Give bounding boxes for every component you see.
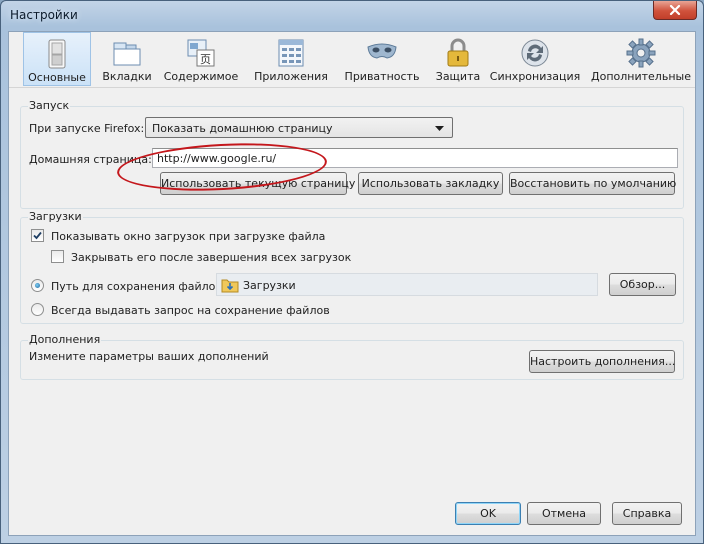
on-start-select[interactable]: Показать домашнюю страницу [145,117,453,138]
browse-button[interactable]: Обзор... [609,273,676,296]
svg-text:页: 页 [200,53,211,66]
save-path-label: Путь для сохранения файлов [51,280,222,293]
always-ask-radio[interactable] [31,303,44,316]
radio-selected-dot [35,283,40,288]
tab-applications-label: Приложения [254,70,328,83]
tab-privacy[interactable]: Приватность [342,32,422,86]
tab-content[interactable]: 页 Содержимое [161,32,241,86]
tab-content-label: Содержимое [163,70,239,83]
tab-advanced-label: Дополнительные [591,70,691,83]
toolbar-divider [9,87,695,88]
tab-tabs[interactable]: Вкладки [99,32,155,86]
use-current-page-button[interactable]: Использовать текущую страницу [160,172,355,195]
title-bar[interactable]: Настройки [1,1,703,31]
tabs-icon [113,42,141,66]
save-path-value: Загрузки [243,279,296,292]
homepage-field[interactable] [152,148,678,168]
cancel-button[interactable]: Отмена [527,502,601,525]
content-icon: 页 [187,39,215,67]
downloads-folder-icon [221,279,239,293]
close-icon [669,5,681,15]
tab-advanced[interactable]: Дополнительные [591,32,691,86]
show-downloads-checkbox[interactable] [31,229,44,242]
applications-icon [278,39,304,67]
sync-icon [521,39,549,67]
switch-icon [48,39,66,69]
addons-group-title: Дополнения [28,333,102,346]
close-button[interactable] [653,1,697,20]
startup-group-title: Запуск [28,99,71,112]
tab-privacy-label: Приватность [344,70,420,83]
window-title: Настройки [10,8,78,22]
tab-security[interactable]: Защита [430,32,486,86]
tab-sync-label: Синхронизация [489,70,581,83]
tab-sync[interactable]: Синхронизация [488,32,582,86]
addons-description: Измените параметры ваших дополнений [29,350,269,363]
close-when-done-label: Закрывать его после завершения всех загр… [71,251,352,264]
on-start-selected-value: Показать домашнюю страницу [152,122,333,135]
always-ask-label: Всегда выдавать запрос на сохранение фай… [51,304,330,317]
lock-icon [447,38,469,67]
checkmark-icon [33,231,42,240]
tab-general-label: Основные [28,71,86,84]
category-toolbar: Основные Вкладки 页 Содержимое Приложения… [9,32,695,87]
homepage-label: Домашняя страница: [29,153,152,166]
help-button[interactable]: Справка [612,502,682,525]
restore-default-button[interactable]: Восстановить по умолчанию [509,172,676,195]
tab-tabs-label: Вкладки [102,70,152,83]
gear-icon [626,38,656,68]
tab-general[interactable]: Основные [23,32,91,86]
preferences-window: Настройки Основные Вкладки 页 Содержимое … [0,0,704,544]
downloads-group-title: Загрузки [28,210,83,223]
save-path-radio[interactable] [31,279,44,292]
close-when-done-checkbox[interactable] [51,250,64,263]
show-downloads-label: Показывать окно загрузок при загрузке фа… [51,230,326,243]
homepage-input[interactable] [153,149,677,167]
mask-icon [367,43,397,59]
manage-addons-button[interactable]: Настроить дополнения... [529,350,675,373]
ok-button[interactable]: OK [455,502,521,525]
use-bookmark-button[interactable]: Использовать закладку [358,172,503,195]
chevron-down-icon [435,126,444,131]
save-path-field: Загрузки [216,273,598,296]
on-start-label: При запуске Firefox: [29,122,145,135]
client-area: Основные Вкладки 页 Содержимое Приложения… [8,31,696,536]
tab-security-label: Защита [435,70,481,83]
tab-applications[interactable]: Приложения [249,32,333,86]
